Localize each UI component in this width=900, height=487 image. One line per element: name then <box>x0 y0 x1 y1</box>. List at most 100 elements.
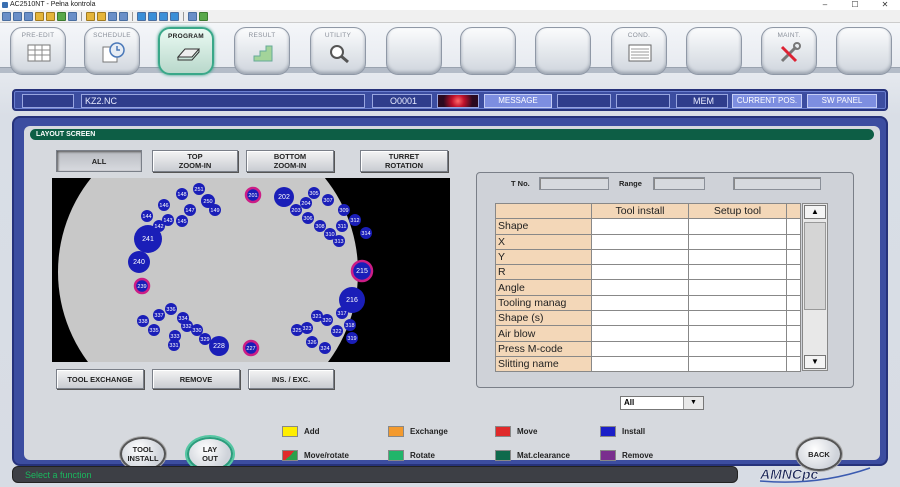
toolbar-icon[interactable] <box>97 11 106 21</box>
toolbar-icon[interactable] <box>57 11 66 21</box>
station-label: 215 <box>356 268 368 275</box>
toolbar-icon[interactable] <box>170 11 179 21</box>
table-cell[interactable] <box>591 279 689 296</box>
table-cell[interactable] <box>591 233 689 250</box>
toolbar-icon[interactable] <box>68 11 77 21</box>
toolbar-icon[interactable] <box>188 11 197 21</box>
table-row[interactable]: X <box>495 233 801 250</box>
ins-exc-button[interactable]: INS. / EXC. <box>248 369 334 389</box>
view-top-zoom-button[interactable]: TOP ZOOM-IN <box>152 150 238 172</box>
table-row[interactable]: Press M-code <box>495 340 801 357</box>
table-cell[interactable] <box>786 233 801 250</box>
table-cell[interactable] <box>688 294 787 312</box>
tab-empty-9[interactable] <box>686 27 742 75</box>
table-row[interactable]: Slitting name <box>495 355 801 373</box>
close-button[interactable]: ✕ <box>870 0 900 10</box>
table-cell[interactable] <box>591 294 689 312</box>
table-cell[interactable] <box>786 325 801 342</box>
toolbar-icon[interactable] <box>119 11 128 21</box>
sw-panel-button[interactable]: SW PANEL <box>807 94 877 108</box>
toolbar-icon[interactable] <box>159 11 168 21</box>
turret-rotation-button[interactable]: TURRET ROTATION <box>360 150 448 172</box>
tab-empty-6[interactable] <box>460 27 516 75</box>
toolbar-icon[interactable] <box>199 11 208 21</box>
toolbar-icon[interactable] <box>35 11 44 21</box>
turret-layout-view[interactable]: 201 202 203 204 305 306 307 308 309 310 311 312 313 3… <box>52 178 450 362</box>
station-label: 333 <box>170 334 179 340</box>
table-cell[interactable] <box>591 340 689 357</box>
tool-exchange-button[interactable]: TOOL EXCHANGE <box>56 369 144 389</box>
scroll-down-icon[interactable]: ▼ <box>804 355 826 369</box>
toolbar-icon[interactable] <box>108 11 117 21</box>
table-cell[interactable] <box>591 248 689 266</box>
range-end-field[interactable] <box>733 177 821 190</box>
tool-table-scrollbar[interactable]: ▲ ▼ <box>802 203 828 371</box>
table-row[interactable]: R <box>495 264 801 281</box>
toolbar-icon[interactable] <box>148 11 157 21</box>
station-label: 338 <box>138 319 147 325</box>
scroll-up-icon[interactable]: ▲ <box>804 205 826 219</box>
table-row[interactable]: Tooling manag <box>495 294 801 312</box>
table-cell[interactable] <box>688 340 787 357</box>
table-cell[interactable] <box>688 355 787 373</box>
table-cell[interactable] <box>688 264 787 281</box>
toolbar-icon[interactable] <box>86 11 95 21</box>
tno-field[interactable] <box>539 177 609 190</box>
table-cell[interactable] <box>591 355 689 373</box>
station-label: 147 <box>185 208 194 214</box>
tab-cond[interactable]: COND. <box>611 27 667 75</box>
table-cell[interactable] <box>688 218 787 235</box>
view-all-button[interactable]: ALL <box>56 150 142 172</box>
minimize-button[interactable]: – <box>810 0 840 10</box>
toolbar-icon[interactable] <box>46 11 55 21</box>
table-cell[interactable] <box>688 233 787 250</box>
table-row[interactable]: Angle <box>495 279 801 296</box>
range-field[interactable] <box>653 177 705 190</box>
toolbar-icon[interactable] <box>2 11 11 21</box>
station-label: 337 <box>154 313 163 319</box>
tab-maint[interactable]: MAINT. <box>761 27 817 75</box>
magnifier-icon <box>330 45 349 64</box>
table-cell[interactable] <box>591 325 689 342</box>
table-cell[interactable] <box>786 355 801 373</box>
table-cell[interactable] <box>786 310 801 327</box>
table-cell[interactable] <box>591 218 689 235</box>
toolbar-icon[interactable] <box>13 11 22 21</box>
filter-select[interactable]: All ▼ <box>620 396 704 410</box>
table-row[interactable]: Y <box>495 248 801 266</box>
table-cell[interactable] <box>688 325 787 342</box>
tab-program[interactable]: PROGRAM <box>158 27 214 75</box>
toolbar-icon[interactable] <box>24 11 33 21</box>
table-cell[interactable] <box>786 264 801 281</box>
table-cell[interactable] <box>786 218 801 235</box>
scroll-thumb[interactable] <box>804 222 826 310</box>
table-cell[interactable] <box>591 264 689 281</box>
tab-empty-11[interactable] <box>836 27 892 75</box>
tab-result[interactable]: RESULT <box>234 27 290 75</box>
table-row[interactable]: Air blow <box>495 325 801 342</box>
tab-label: COND. <box>627 32 651 39</box>
tab-preedit[interactable]: PRE-EDIT <box>10 27 66 75</box>
remove-button[interactable]: REMOVE <box>152 369 240 389</box>
view-bottom-zoom-button[interactable]: BOTTOM ZOOM-IN <box>246 150 334 172</box>
toolbar-icon[interactable] <box>137 11 146 21</box>
tab-empty-5[interactable] <box>386 27 442 75</box>
table-row[interactable]: Shape (s) <box>495 310 801 327</box>
tab-schedule[interactable]: SCHEDULE <box>84 27 140 75</box>
chevron-down-icon[interactable]: ▼ <box>683 397 703 409</box>
table-cell[interactable] <box>591 310 689 327</box>
current-pos-button[interactable]: CURRENT POS. <box>732 94 802 108</box>
table-cell[interactable] <box>786 340 801 357</box>
tab-utility[interactable]: UTILITY <box>310 27 366 75</box>
tab-empty-7[interactable] <box>535 27 591 75</box>
table-cell[interactable] <box>688 248 787 266</box>
table-cell[interactable] <box>786 279 801 296</box>
table-cell[interactable] <box>688 310 787 327</box>
table-row[interactable]: Shape <box>495 218 801 235</box>
clock-document-icon <box>102 42 125 63</box>
table-cell[interactable] <box>786 294 801 312</box>
table-cell[interactable] <box>688 279 787 296</box>
table-cell[interactable] <box>786 248 801 266</box>
maximize-button[interactable]: ☐ <box>840 0 870 10</box>
message-button[interactable]: MESSAGE <box>484 94 552 108</box>
